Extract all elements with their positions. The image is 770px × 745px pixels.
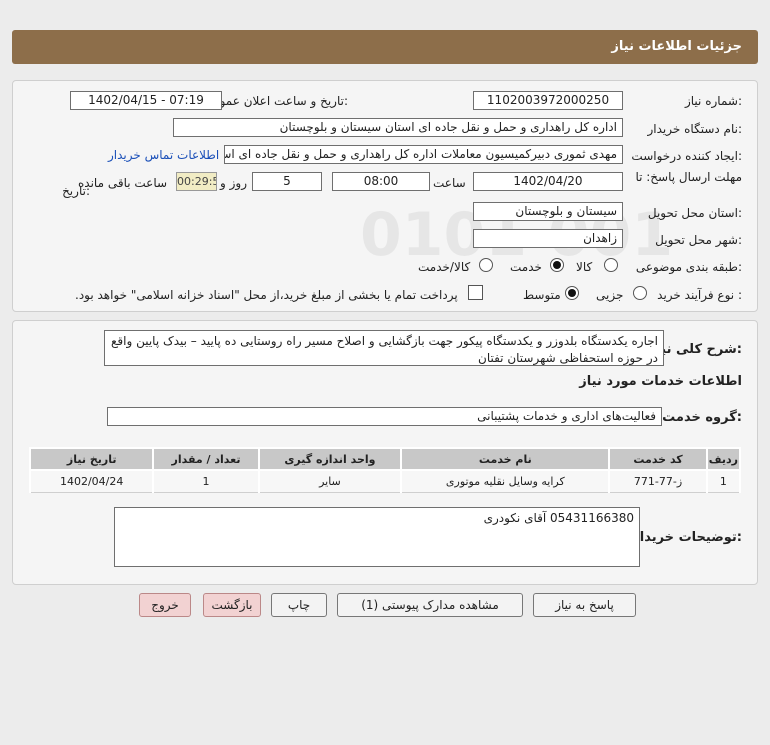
page-title: جزئیات اطلاعات نیاز	[611, 39, 742, 54]
buyer-notes-text: 05431166380 آقای نکودری	[114, 507, 640, 567]
cell-quantity: 1	[152, 469, 260, 493]
attachments-button[interactable]: مشاهده مدارک پیوستی (1)	[337, 593, 523, 617]
col-need-date: تاریخ نیاز	[28, 447, 155, 471]
need-number-field: 1102003972000250	[473, 91, 623, 110]
need-info-panel	[12, 80, 758, 312]
deadline-date-field: 1402/04/20	[473, 172, 623, 191]
cell-row: 1	[705, 469, 742, 493]
reply-button[interactable]: پاسخ به نیاز	[533, 593, 636, 617]
print-button[interactable]: چاپ	[271, 593, 327, 617]
process-type-label: نوع فرآیند خرید :	[657, 288, 742, 302]
days-label: روز و	[220, 176, 247, 190]
category-radio-service[interactable]	[550, 258, 564, 272]
remaining-time-field: 00:29:57	[176, 172, 217, 191]
deadline-label: مهلت ارسال پاسخ: تا	[635, 170, 742, 184]
creator-label: ایجاد کننده درخواست:	[631, 149, 742, 163]
service-group-label: گروه خدمت:	[662, 410, 742, 425]
category-radio-goods[interactable]	[604, 258, 618, 272]
treasury-payment-checkbox[interactable]	[468, 285, 483, 300]
page-header: جزئیات اطلاعات نیاز	[12, 30, 758, 64]
need-number-label: شماره نیاز:	[684, 94, 742, 108]
table-row: 1 ز-77-771 کرایه وسایل نقلیه موتوری سایر…	[28, 469, 742, 493]
city-label: شهر محل تحویل:	[655, 233, 742, 247]
cell-service-code: ز-77-771	[608, 469, 708, 493]
deadline-time-field: 08:00	[332, 172, 430, 191]
exit-button[interactable]: خروج	[139, 593, 191, 617]
col-service-name: نام خدمت	[400, 447, 611, 471]
process-option-medium: متوسط	[523, 288, 561, 302]
col-quantity: تعداد / مقدار	[152, 447, 260, 471]
category-option-service: خدمت	[510, 260, 542, 274]
cell-need-date: 1402/04/24	[28, 469, 155, 493]
days-remaining-field: 5	[252, 172, 322, 191]
cell-service-name: کرایه وسایل نقلیه موتوری	[400, 469, 611, 493]
announce-date-field: 1402/04/15 - 07:19	[70, 91, 222, 110]
province-label: استان محل تحویل:	[647, 206, 742, 220]
back-button[interactable]: بازگشت	[203, 593, 261, 617]
deadline-time-label: ساعت	[433, 176, 466, 190]
col-service-code: کد خدمت	[608, 447, 708, 471]
announce-date-label: تاریخ و ساعت اعلان عمومی:	[203, 94, 348, 108]
city-field: زاهدان	[473, 229, 623, 248]
cell-unit: سایر	[257, 469, 403, 493]
services-table-header: ردیف کد خدمت نام خدمت واحد اندازه گیری ت…	[28, 447, 742, 471]
buyer-contact-link[interactable]: اطلاعات تماس خریدار	[108, 148, 219, 162]
remaining-time-label: ساعت باقی مانده	[78, 176, 168, 190]
province-field: سیستان و بلوچستان	[473, 202, 623, 221]
buyer-notes-label: توضیحات خریدار:	[632, 530, 742, 545]
category-option-goods-service: کالا/خدمت	[418, 260, 471, 274]
category-option-goods: کالا	[576, 260, 593, 274]
summary-text: اجاره یکدستگاه بلدوزر و یکدستگاه پیکور ج…	[104, 330, 664, 366]
service-group-field: فعالیت‌های اداری و خدمات پشتیبانی	[107, 407, 662, 426]
treasury-payment-note: پرداخت تمام یا بخشی از مبلغ خرید،از محل …	[75, 288, 458, 302]
process-option-minor: جزیی	[596, 288, 624, 302]
services-section-title: اطلاعات خدمات مورد نیاز	[579, 374, 742, 389]
process-radio-medium[interactable]	[565, 286, 579, 300]
services-table: ردیف کد خدمت نام خدمت واحد اندازه گیری ت…	[28, 447, 742, 493]
creator-field: مهدی ثموری دبیرکمیسیون معاملات اداره کل …	[224, 145, 623, 164]
process-radio-minor[interactable]	[633, 286, 647, 300]
col-row: ردیف	[705, 447, 742, 471]
buyer-org-field: اداره کل راهداری و حمل و نقل جاده ای است…	[173, 118, 623, 137]
category-label: طبقه بندی موضوعی:	[635, 260, 742, 274]
category-radio-goods-service[interactable]	[479, 258, 493, 272]
buyer-org-label: نام دستگاه خریدار:	[647, 122, 743, 136]
col-unit: واحد اندازه گیری	[257, 447, 403, 471]
